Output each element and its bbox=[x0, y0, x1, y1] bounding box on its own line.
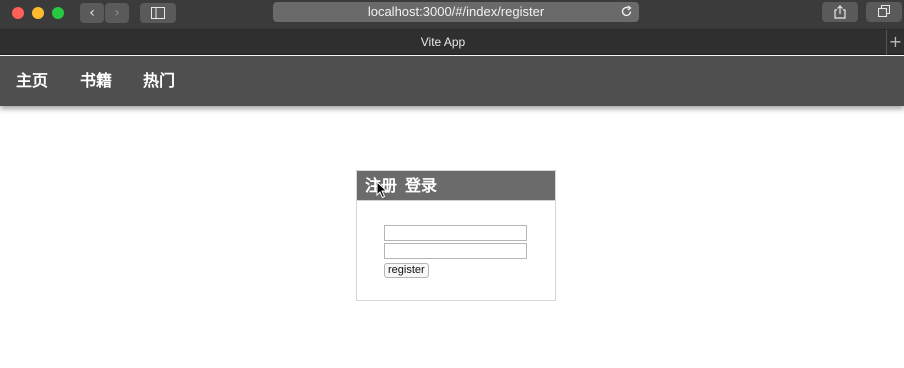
address-bar[interactable]: localhost:3000/#/index/register bbox=[273, 2, 639, 22]
reload-icon[interactable] bbox=[620, 5, 633, 18]
tab-login[interactable]: 登录 bbox=[405, 176, 437, 196]
password-input[interactable] bbox=[384, 243, 527, 259]
register-button[interactable]: register bbox=[384, 263, 429, 278]
app-navbar: 主页 书籍 热门 bbox=[0, 56, 904, 106]
share-icon bbox=[834, 5, 846, 19]
tabs-overview-button[interactable] bbox=[866, 2, 902, 22]
browser-titlebar: ‹ › localhost:3000/#/index/register bbox=[0, 0, 904, 30]
tabs-overview-icon bbox=[878, 5, 890, 17]
nav-item-popular[interactable]: 热门 bbox=[143, 71, 175, 91]
share-button[interactable] bbox=[822, 2, 858, 22]
browser-tabbar: Vite App + bbox=[0, 30, 904, 55]
nav-item-books[interactable]: 书籍 bbox=[80, 71, 112, 91]
forward-button[interactable]: › bbox=[105, 3, 129, 23]
maximize-icon[interactable] bbox=[52, 7, 64, 19]
mouse-cursor-icon bbox=[376, 181, 388, 199]
minimize-icon[interactable] bbox=[32, 7, 44, 19]
nav-item-home[interactable]: 主页 bbox=[16, 71, 48, 91]
username-input[interactable] bbox=[384, 225, 527, 241]
active-tab[interactable]: Vite App bbox=[0, 30, 886, 55]
sidebar-icon bbox=[151, 7, 165, 19]
url-text: localhost:3000/#/index/register bbox=[367, 4, 545, 19]
new-tab-button[interactable]: + bbox=[886, 30, 904, 55]
sidebar-toggle-button[interactable] bbox=[140, 3, 176, 23]
close-icon[interactable] bbox=[12, 7, 24, 19]
back-button[interactable]: ‹ bbox=[80, 3, 104, 23]
